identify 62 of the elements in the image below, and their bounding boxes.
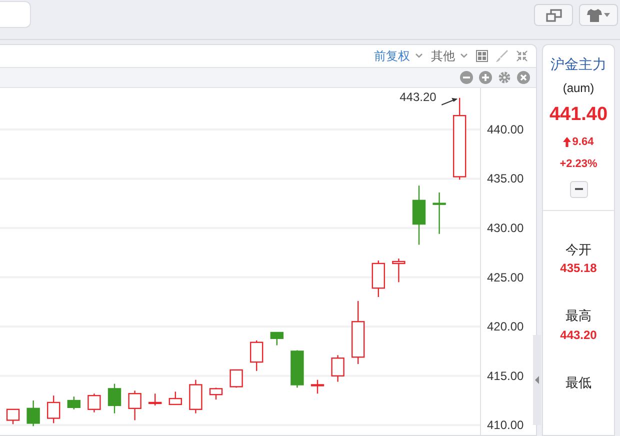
shirt-icon bbox=[587, 8, 602, 22]
collapse-button[interactable] bbox=[570, 180, 588, 198]
candlestick bbox=[331, 355, 344, 382]
arrow-up-icon bbox=[563, 136, 572, 147]
input-field[interactable] bbox=[0, 1, 31, 28]
candlestick bbox=[412, 186, 426, 245]
dropdown-menu[interactable]: 其他 bbox=[431, 46, 468, 65]
settings-icon[interactable] bbox=[498, 70, 511, 84]
candlestick bbox=[88, 394, 101, 412]
candlestick bbox=[352, 300, 365, 364]
candlestick bbox=[270, 332, 284, 346]
stat-label: 今开 bbox=[565, 240, 592, 258]
stat-value: 443.20 bbox=[560, 326, 597, 344]
candlestick bbox=[250, 340, 264, 371]
chevron-down-icon bbox=[460, 53, 468, 58]
close-icon[interactable] bbox=[517, 70, 530, 84]
axis-label: 430.00 bbox=[487, 220, 524, 235]
percent-change: +2.23% bbox=[560, 157, 598, 172]
minus-icon bbox=[574, 188, 582, 190]
axis-label: 410.00 bbox=[487, 418, 524, 432]
annotation-arrow bbox=[441, 98, 458, 106]
axis-label: 425.00 bbox=[487, 270, 524, 284]
last-price: 441.40 bbox=[549, 103, 608, 127]
candlestick bbox=[128, 390, 142, 420]
brush-icon[interactable] bbox=[496, 50, 508, 62]
candlestick bbox=[372, 260, 385, 297]
stat-label: 最高 bbox=[565, 307, 592, 325]
candlestick bbox=[148, 394, 162, 406]
instrument-code: (aum) bbox=[562, 80, 594, 97]
candlestick bbox=[290, 350, 304, 388]
candlestick bbox=[67, 396, 80, 410]
annotation-label: 443.20 bbox=[400, 90, 436, 104]
price-change: 9.64 bbox=[572, 134, 594, 150]
candlestick bbox=[189, 380, 202, 414]
minus-circle-icon[interactable] bbox=[460, 70, 473, 84]
axis-label: 420.00 bbox=[487, 319, 524, 334]
plus-circle-icon[interactable] bbox=[479, 70, 492, 84]
axis-label: 440.00 bbox=[487, 122, 524, 136]
candlestick bbox=[168, 392, 182, 405]
candlestick bbox=[209, 388, 223, 400]
window-button[interactable] bbox=[534, 4, 573, 26]
candlestick bbox=[310, 380, 324, 394]
stat-value: 435.18 bbox=[560, 260, 597, 277]
triangle-left-icon bbox=[535, 376, 539, 384]
candlestick bbox=[392, 258, 406, 282]
axis-label: 435.00 bbox=[487, 172, 524, 186]
candlestick bbox=[47, 395, 60, 424]
compress-icon[interactable] bbox=[516, 50, 528, 62]
theme-button[interactable] bbox=[579, 4, 618, 26]
candlestick bbox=[432, 192, 446, 234]
instrument-name: 沪金主力 bbox=[550, 55, 606, 74]
grid-icon[interactable] bbox=[476, 50, 488, 62]
dropdown-menu[interactable]: 前复权 bbox=[374, 46, 423, 65]
windows-icon bbox=[546, 8, 562, 22]
chevron-down-icon bbox=[415, 53, 423, 58]
candlestick bbox=[6, 408, 20, 424]
candlestick bbox=[108, 384, 122, 414]
caret-icon bbox=[604, 13, 610, 17]
candlestick bbox=[230, 369, 243, 388]
stat-label: 最低 bbox=[566, 374, 592, 392]
axis-label: 415.00 bbox=[487, 368, 524, 383]
candlestick bbox=[26, 400, 40, 426]
